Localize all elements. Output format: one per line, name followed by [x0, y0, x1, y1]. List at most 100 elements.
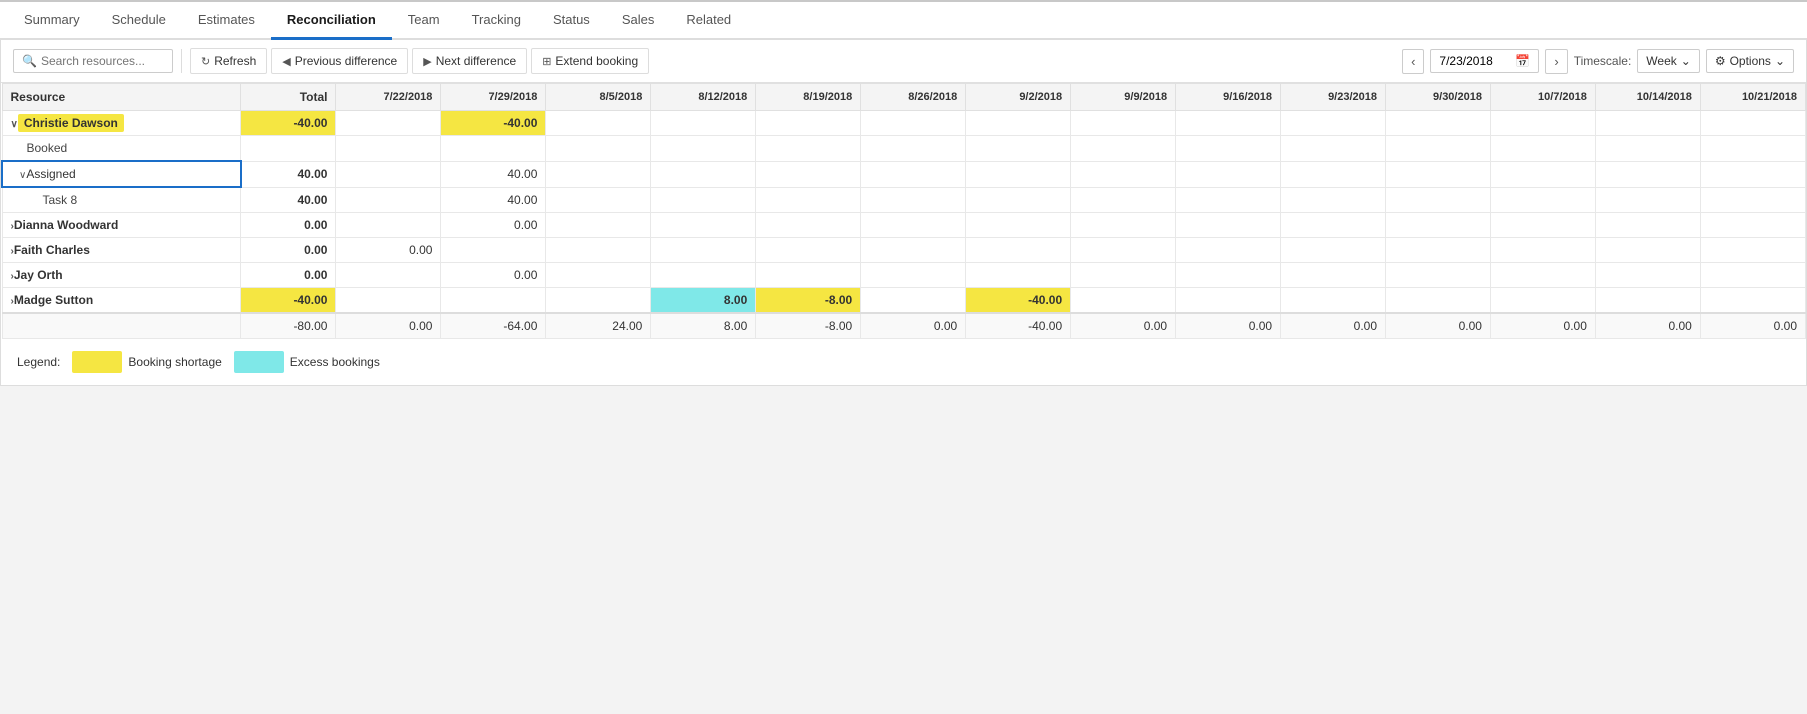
tab-tracking[interactable]: Tracking [456, 2, 537, 40]
cell-date-12 [1595, 161, 1700, 187]
cell-date-9 [1281, 238, 1386, 263]
content-panel: 🔍 ↻ Refresh ◀ Previous difference ▶ Next… [0, 39, 1807, 386]
cell-date-8 [1176, 213, 1281, 238]
tab-related[interactable]: Related [670, 2, 747, 40]
search-box[interactable]: 🔍 [13, 49, 173, 73]
cell-date-8 [1176, 288, 1281, 314]
refresh-icon: ↻ [201, 55, 210, 68]
header-date-4: 8/19/2018 [756, 84, 861, 111]
cell-date-6 [966, 111, 1071, 136]
cell-date-12 [1595, 213, 1700, 238]
cell-date-3 [651, 238, 756, 263]
legend-swatch-shortage [72, 351, 122, 373]
cell-date-9 [1281, 187, 1386, 213]
legend-shortage-label: Booking shortage [128, 355, 221, 369]
cell-date-12 [1595, 238, 1700, 263]
cell-date-7 [1071, 161, 1176, 187]
cell-total: 40.00 [241, 187, 336, 213]
header-date-11: 10/7/2018 [1490, 84, 1595, 111]
tab-sales[interactable]: Sales [606, 2, 671, 40]
extend-booking-button[interactable]: ⊞ Extend booking [531, 48, 649, 74]
search-input[interactable] [41, 54, 161, 68]
header-date-6: 9/2/2018 [966, 84, 1071, 111]
main-wrapper: Summary Schedule Estimates Reconciliatio… [0, 2, 1807, 714]
cell-resource: Task 8 [2, 187, 241, 213]
cell-date-5 [861, 111, 966, 136]
legend-item-shortage: Booking shortage [72, 351, 221, 373]
prev-diff-button[interactable]: ◀ Previous difference [271, 48, 408, 74]
cell-date-9 [1281, 136, 1386, 162]
cell-date-0 [336, 161, 441, 187]
tab-reconciliation[interactable]: Reconciliation [271, 2, 392, 40]
cell-date-4 [756, 238, 861, 263]
cell-date-4 [756, 213, 861, 238]
table-row: ∨Christie Dawson-40.00-40.00 [2, 111, 1806, 136]
cell-date-13 [1700, 111, 1805, 136]
cell-date-0 [336, 111, 441, 136]
refresh-button[interactable]: ↻ Refresh [190, 48, 267, 74]
cell-date-5 [861, 238, 966, 263]
cell-date-7 [1071, 213, 1176, 238]
date-next-button[interactable]: › [1545, 49, 1567, 74]
options-button[interactable]: ⚙ Options ⌄ [1706, 49, 1794, 73]
cell-date-12 [1595, 288, 1700, 314]
cell-date-12 [1595, 111, 1700, 136]
cell-date-1: -40.00 [441, 111, 546, 136]
footer-cell-14: 0.00 [1700, 313, 1805, 339]
cell-date-10 [1386, 288, 1491, 314]
cell-date-1 [441, 136, 546, 162]
cell-resource: ∨Assigned [2, 161, 241, 187]
cell-date-13 [1700, 136, 1805, 162]
cell-date-2 [546, 136, 651, 162]
extend-icon: ⊞ [542, 55, 551, 68]
cell-date-11 [1490, 161, 1595, 187]
cell-date-1: 0.00 [441, 213, 546, 238]
cell-date-9 [1281, 161, 1386, 187]
legend-excess-label: Excess bookings [290, 355, 380, 369]
cell-date-0 [336, 263, 441, 288]
cell-date-10 [1386, 161, 1491, 187]
cell-resource: Booked [2, 136, 241, 162]
table-row: ∨Assigned40.0040.00 [2, 161, 1806, 187]
cell-resource: ›Madge Sutton [2, 288, 241, 314]
toolbar: 🔍 ↻ Refresh ◀ Previous difference ▶ Next… [1, 40, 1806, 83]
cell-date-13 [1700, 288, 1805, 314]
cell-date-2 [546, 263, 651, 288]
tab-estimates[interactable]: Estimates [182, 2, 271, 40]
cell-date-0: 0.00 [336, 238, 441, 263]
cell-date-13 [1700, 213, 1805, 238]
next-diff-button[interactable]: ▶ Next difference [412, 48, 527, 74]
cell-date-9 [1281, 213, 1386, 238]
header-date-2: 8/5/2018 [546, 84, 651, 111]
expand-icon[interactable]: ∨ [19, 170, 26, 181]
cell-date-13 [1700, 161, 1805, 187]
cell-total: -40.00 [241, 111, 336, 136]
footer-cell-0: -80.00 [241, 313, 336, 339]
cell-date-5 [861, 213, 966, 238]
cell-date-0 [336, 213, 441, 238]
cell-date-3 [651, 187, 756, 213]
cell-date-7 [1071, 136, 1176, 162]
cell-date-5 [861, 161, 966, 187]
prev-icon: ◀ [282, 55, 290, 68]
cell-date-0 [336, 187, 441, 213]
expand-icon[interactable]: ∨ [11, 119, 18, 130]
gear-icon: ⚙ [1715, 54, 1726, 68]
cell-date-10 [1386, 187, 1491, 213]
cell-date-7 [1071, 111, 1176, 136]
header-date-3: 8/12/2018 [651, 84, 756, 111]
tab-status[interactable]: Status [537, 2, 606, 40]
cell-date-13 [1700, 238, 1805, 263]
tab-summary[interactable]: Summary [8, 2, 96, 40]
cell-date-4 [756, 161, 861, 187]
date-prev-button[interactable]: ‹ [1402, 49, 1424, 74]
cell-total: 0.00 [241, 263, 336, 288]
date-input[interactable] [1439, 54, 1511, 68]
cell-date-5 [861, 136, 966, 162]
cell-date-8 [1176, 238, 1281, 263]
date-input-wrap: 📅 [1430, 49, 1539, 73]
tab-schedule[interactable]: Schedule [96, 2, 182, 40]
tab-team[interactable]: Team [392, 2, 456, 40]
cell-date-7 [1071, 187, 1176, 213]
timescale-select[interactable]: Week ⌄ [1637, 49, 1700, 73]
